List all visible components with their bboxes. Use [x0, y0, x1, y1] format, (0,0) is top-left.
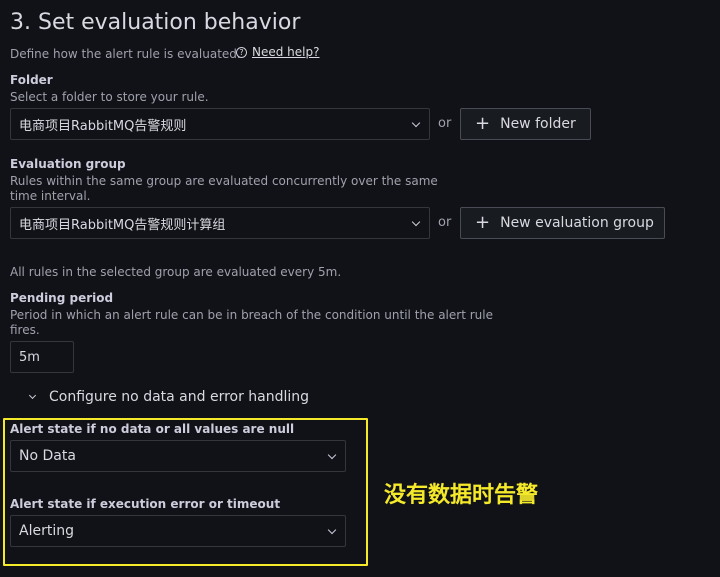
folder-select[interactable]: 电商项目RabbitMQ告警规则 [10, 108, 430, 140]
no-data-state-select[interactable]: No Data [10, 440, 346, 472]
help-link-label[interactable]: Need help? [252, 45, 319, 59]
plus-icon: + [475, 113, 491, 134]
chevron-down-icon [327, 525, 337, 534]
evaluation-group-description-2: time interval. [10, 189, 91, 203]
pending-period-description-1: Period in which an alert rule can be in … [10, 308, 493, 322]
evaluation-group-select[interactable]: 电商项目RabbitMQ告警规则计算组 [10, 207, 430, 239]
folder-select-value: 电商项目RabbitMQ告警规则 [19, 118, 187, 134]
no-data-state-label: Alert state if no data or all values are… [10, 422, 295, 436]
new-folder-button[interactable]: + New folder [460, 108, 591, 140]
evaluation-interval-info: All rules in the selected group are eval… [10, 265, 342, 279]
section-title: 3. Set evaluation behavior [10, 10, 301, 35]
error-state-value: Alerting [19, 523, 74, 539]
chevron-down-icon [411, 118, 421, 127]
folder-description: Select a folder to store your rule. [10, 90, 209, 104]
chevron-down-icon [327, 450, 337, 459]
evaluation-group-select-value: 电商项目RabbitMQ告警规则计算组 [19, 217, 226, 233]
help-link[interactable]: ? Need help? [236, 45, 319, 59]
evaluation-group-label: Evaluation group [10, 157, 126, 171]
annotation-text: 没有数据时告警 [384, 483, 539, 508]
no-data-state-value: No Data [19, 448, 76, 464]
plus-icon: + [475, 212, 491, 233]
evaluation-group-description-1: Rules within the same group are evaluate… [10, 174, 438, 188]
question-circle-icon: ? [236, 46, 247, 58]
chevron-down-icon [411, 217, 421, 226]
no-data-error-toggle[interactable]: Configure no data and error handling [28, 389, 310, 405]
pending-period-input[interactable]: 5m [10, 341, 74, 373]
error-state-select[interactable]: Alerting [10, 515, 346, 547]
folder-or-text: or [438, 116, 452, 131]
no-data-error-toggle-label: Configure no data and error handling [49, 389, 310, 405]
new-evaluation-group-button-label: New evaluation group [500, 215, 654, 231]
new-folder-button-label: New folder [500, 116, 576, 132]
error-state-label: Alert state if execution error or timeou… [10, 497, 281, 511]
new-evaluation-group-button[interactable]: + New evaluation group [460, 207, 665, 239]
section-description: Define how the alert rule is evaluated. [10, 47, 241, 61]
chevron-down-icon [28, 391, 37, 400]
pending-period-label: Pending period [10, 291, 114, 305]
evaluation-group-or-text: or [438, 215, 452, 230]
folder-label: Folder [10, 73, 53, 87]
pending-period-description-2: fires. [10, 323, 40, 337]
